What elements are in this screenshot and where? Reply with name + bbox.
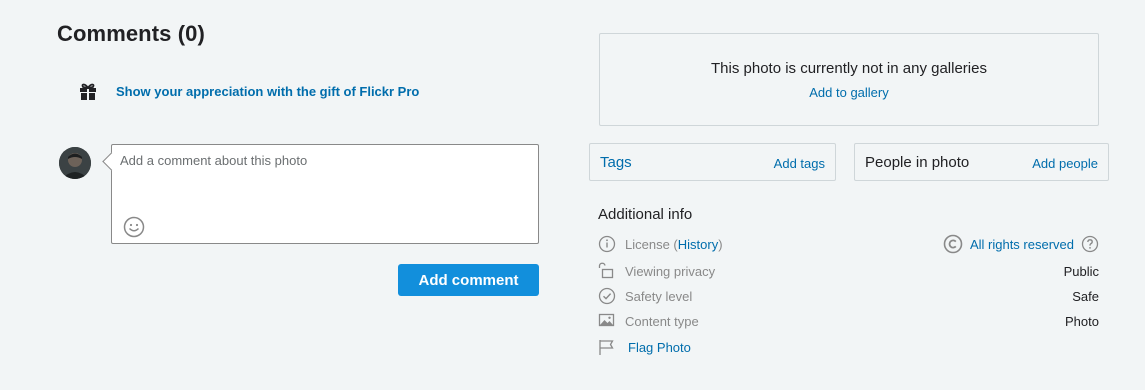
add-to-gallery-link[interactable]: Add to gallery (600, 85, 1098, 100)
all-rights-reserved-link[interactable]: All rights reserved (970, 237, 1074, 252)
viewing-privacy-row: Viewing privacy Public (598, 262, 1099, 282)
gift-icon (80, 83, 96, 100)
license-value: All rights reserved (943, 233, 1099, 255)
license-label: License (History) (625, 237, 723, 252)
viewing-privacy-label: Viewing privacy (625, 264, 716, 279)
image-icon (598, 313, 615, 327)
safety-level-value: Safe (1072, 289, 1099, 304)
avatar-image (59, 147, 91, 179)
check-circle-icon (598, 287, 616, 305)
additional-info-title: Additional info (598, 206, 693, 223)
comments-title: Comments (0) (57, 21, 205, 46)
avatar (59, 147, 91, 179)
tags-box: Tags Add tags (589, 143, 836, 181)
content-type-value: Photo (1065, 314, 1099, 329)
safety-level-label: Safety level (625, 289, 693, 304)
photo-page-lower-section: Comments (0) Show your appreciation with… (0, 0, 1145, 390)
info-icon (598, 235, 616, 253)
safety-level-row: Safety level Safe (598, 287, 1099, 307)
people-box: People in photo Add people (854, 143, 1109, 181)
galleries-box: This photo is currently not in any galle… (599, 33, 1099, 126)
flag-icon (599, 340, 614, 355)
help-icon[interactable] (1081, 235, 1099, 253)
tags-title[interactable]: Tags (600, 154, 632, 171)
comment-input[interactable] (120, 153, 530, 213)
add-comment-button[interactable]: Add comment (398, 264, 539, 296)
people-title: People in photo (865, 154, 970, 171)
emoji-icon[interactable] (123, 216, 145, 238)
flag-photo-row: Flag Photo (598, 338, 1099, 358)
flag-photo-link[interactable]: Flag Photo (628, 340, 691, 355)
lock-open-icon (598, 262, 614, 279)
content-type-label: Content type (625, 314, 699, 329)
add-people-link[interactable]: Add people (1032, 156, 1098, 171)
add-tags-link[interactable]: Add tags (774, 156, 825, 171)
galleries-status-text: This photo is currently not in any galle… (711, 60, 987, 77)
content-type-row: Content type Photo (598, 312, 1099, 332)
license-row: License (History) All rights reserved (598, 233, 1099, 255)
viewing-privacy-value: Public (1063, 264, 1099, 279)
gift-pro-row: Show your appreciation with the gift of … (78, 78, 419, 104)
comment-box (111, 144, 539, 244)
copyright-icon (943, 234, 963, 254)
gift-flickr-pro-link[interactable]: Show your appreciation with the gift of … (116, 84, 419, 99)
license-history-link[interactable]: History (678, 237, 718, 252)
